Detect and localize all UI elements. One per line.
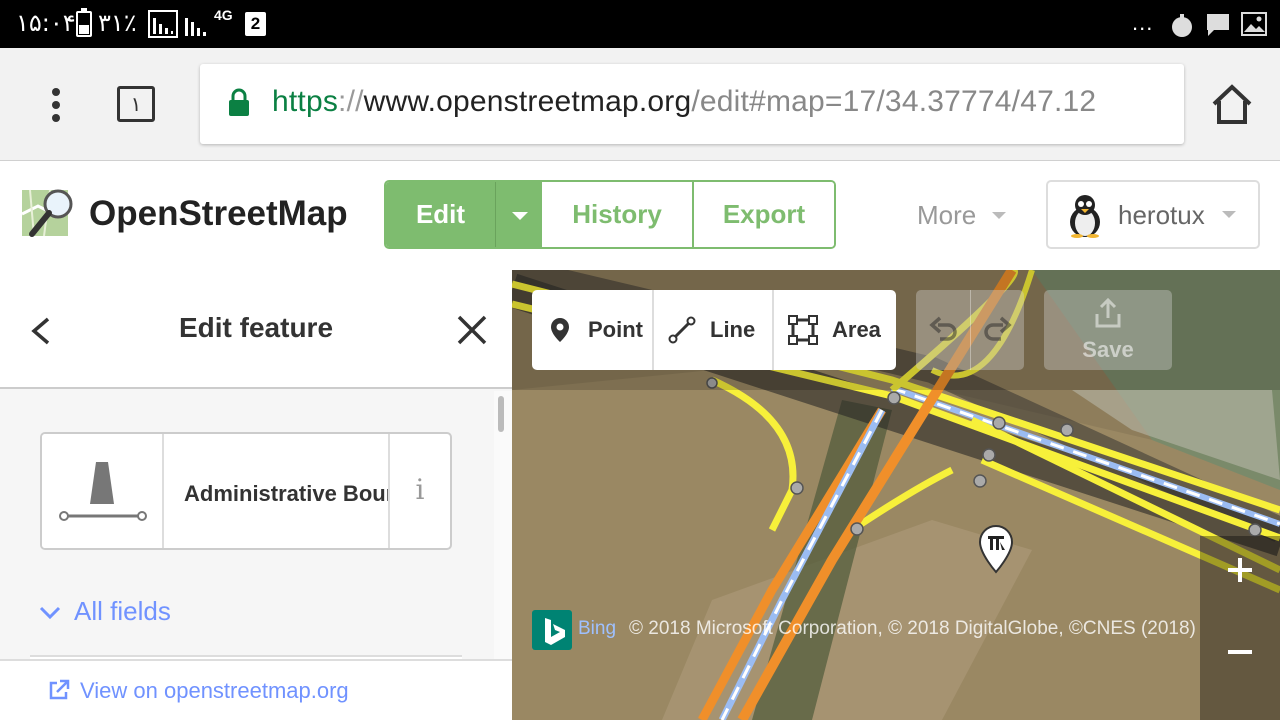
zoom-in-icon[interactable]	[1224, 554, 1256, 586]
image-icon	[1241, 12, 1267, 41]
map-canvas[interactable]: Point Line Area Save Bing © 2018 Microso…	[512, 270, 1280, 720]
edit-dropdown-caret-icon[interactable]	[496, 182, 542, 247]
osm-logo-icon[interactable]	[20, 184, 78, 242]
upload-icon	[1095, 297, 1121, 328]
add-line-button[interactable]: Line	[652, 290, 772, 370]
bing-label[interactable]: Bing	[578, 618, 616, 640]
user-menu[interactable]: herotux	[1046, 180, 1260, 249]
data-usage-icon	[148, 10, 178, 38]
external-link-icon	[48, 679, 70, 701]
view-on-osm-label: View on openstreetmap.org	[80, 678, 349, 703]
home-icon[interactable]	[1210, 82, 1254, 126]
url-path: /edit#map=17/34.37774/47.12	[691, 85, 1097, 118]
browser-menu-icon[interactable]	[48, 86, 64, 126]
sidebar-footer: View on openstreetmap.org	[0, 659, 512, 720]
bing-logo-icon[interactable]	[532, 610, 572, 650]
sidebar-body: Administrative Boundary i All fields	[0, 391, 494, 663]
url-scheme: https	[272, 85, 339, 118]
undo-redo-group	[916, 290, 1024, 370]
battery-level: ۳۱٪	[98, 9, 137, 37]
save-button[interactable]: Save	[1044, 290, 1172, 370]
signal-icon	[184, 12, 208, 38]
editor-sidebar: Edit feature Administrative Boundary i	[0, 270, 512, 720]
all-fields-toggle[interactable]: All fields	[38, 596, 171, 627]
network-type: 4G	[214, 7, 233, 23]
attribution-text: © 2018 Microsoft Corporation, © 2018 Dig…	[629, 618, 1200, 639]
view-on-osm-link[interactable]: View on openstreetmap.org	[48, 678, 349, 704]
add-point-button[interactable]: Point	[532, 290, 652, 370]
battery-icon	[76, 8, 92, 37]
add-area-label: Area	[832, 317, 881, 342]
bomb-icon	[1170, 12, 1194, 43]
avatar	[1062, 192, 1108, 238]
url-text: https://www.openstreetmap.org/edit#map=1…	[272, 84, 1096, 120]
screen: ۱۵:۰۴ ۳۱٪ 4G 2 ... ۱ https://www.openstr…	[0, 0, 1280, 720]
browser-toolbar: ۱ https://www.openstreetmap.org/edit#map…	[0, 48, 1280, 161]
all-fields-label: All fields	[74, 596, 171, 626]
redo-icon	[983, 316, 1012, 341]
sidebar-scroll-thumb[interactable]	[498, 396, 504, 432]
status-time: ۱۵:۰۴	[16, 9, 76, 37]
preset-name: Administrative Boundary	[184, 481, 388, 506]
history-button[interactable]: History	[542, 182, 694, 247]
boundary-preset-icon	[42, 434, 164, 548]
mode-toolbar: Point Line Area	[532, 290, 896, 370]
sim-badge: 2	[245, 12, 266, 36]
edit-button[interactable]: Edit	[386, 182, 496, 247]
undo-icon	[929, 316, 957, 341]
sidebar-header: Edit feature	[0, 270, 512, 389]
point-icon	[551, 318, 569, 342]
url-host: www.openstreetmap.org	[363, 85, 692, 118]
add-area-button[interactable]: Area	[772, 290, 896, 370]
undo-button[interactable]	[916, 290, 970, 370]
address-bar[interactable]: https://www.openstreetmap.org/edit#map=1…	[200, 64, 1184, 144]
redo-button[interactable]	[970, 290, 1024, 370]
url-separator: ://	[338, 85, 364, 118]
save-label: Save	[1082, 337, 1134, 362]
brand-name[interactable]: OpenStreetMap	[89, 194, 348, 234]
main-nav: Edit History Export	[384, 180, 836, 249]
sidebar-scrollbar[interactable]	[494, 391, 512, 661]
chat-icon	[1205, 12, 1231, 43]
add-line-label: Line	[710, 317, 756, 342]
imagery-attribution: Bing © 2018 Microsoft Corporation, © 201…	[512, 610, 1200, 650]
preset-info-button[interactable]: i	[388, 434, 450, 548]
more-caret-icon[interactable]	[992, 212, 1006, 219]
zoom-out-icon[interactable]	[1224, 636, 1256, 668]
sidebar-title: Edit feature	[178, 312, 334, 343]
status-bar: ۱۵:۰۴ ۳۱٪ 4G 2 ...	[0, 0, 1280, 48]
chevron-down-icon	[38, 600, 62, 624]
tab-switcher-button[interactable]: ۱	[117, 86, 155, 122]
line-icon	[668, 316, 696, 344]
user-caret-icon	[1222, 211, 1236, 218]
lock-icon	[228, 88, 250, 118]
export-button[interactable]: Export	[694, 182, 834, 247]
osm-header: OpenStreetMap Edit History Export More h…	[0, 162, 1280, 270]
area-icon	[788, 315, 818, 345]
overflow-indicator: ...	[1132, 10, 1154, 35]
add-point-label: Point	[588, 317, 643, 342]
more-menu[interactable]: More	[917, 200, 976, 231]
close-icon[interactable]	[456, 314, 488, 346]
preset-card[interactable]: Administrative Boundary i	[40, 432, 452, 550]
username: herotux	[1118, 200, 1205, 230]
map-pin-icon[interactable]	[978, 524, 1014, 574]
